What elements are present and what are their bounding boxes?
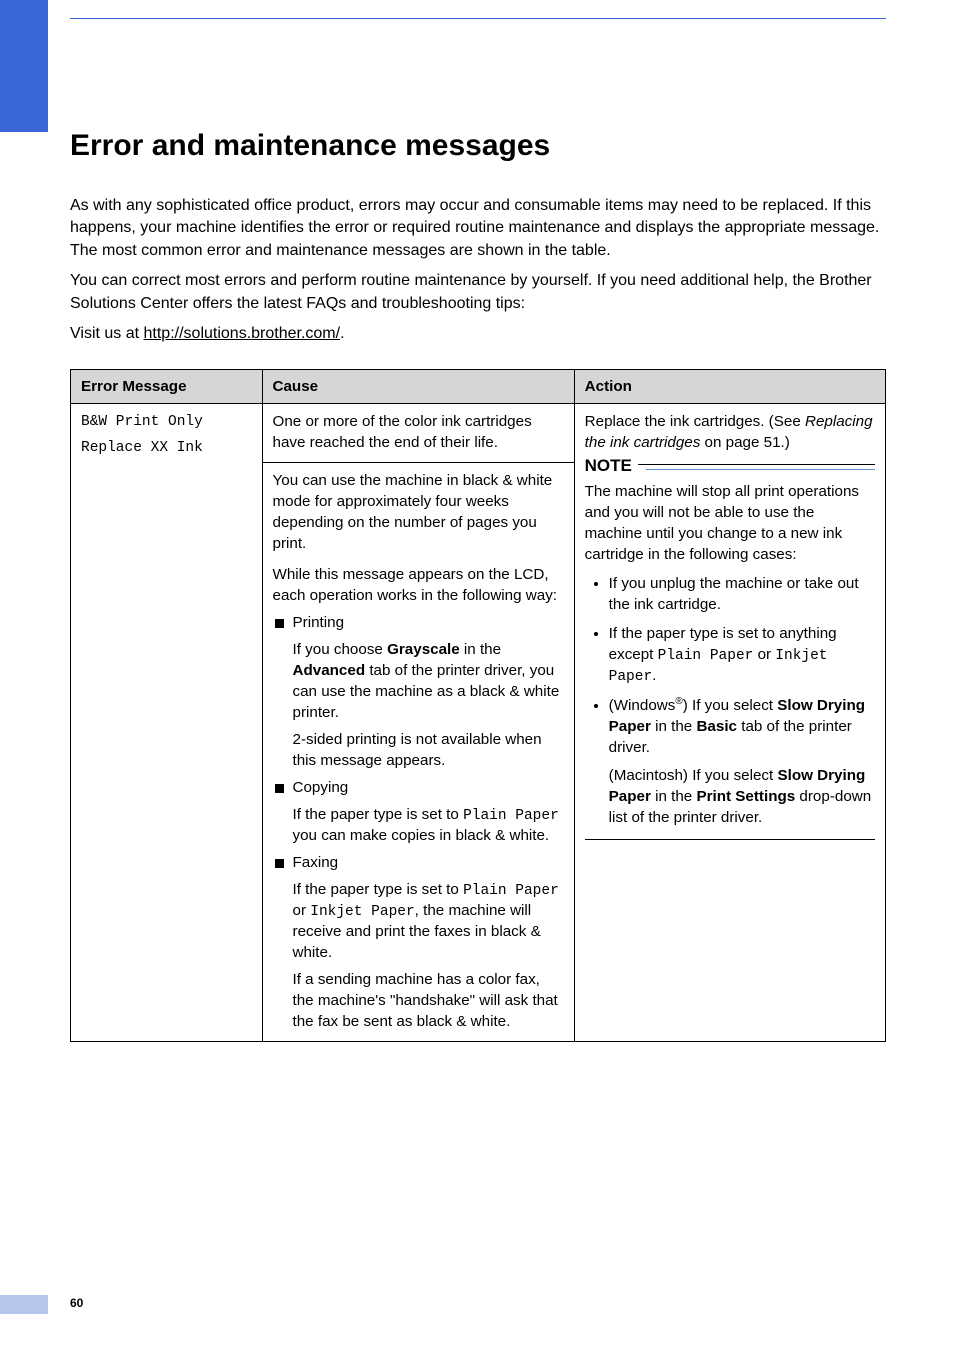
- mono: Plain Paper: [658, 648, 754, 664]
- intro-paragraph-3: Visit us at http://solutions.brother.com…: [70, 323, 886, 345]
- th-error-message: Error Message: [71, 370, 263, 404]
- b: Print Settings: [696, 788, 795, 805]
- t: or: [293, 902, 311, 919]
- note-block: NOTE The machine will stop all print ope…: [585, 464, 875, 840]
- visit-suffix: .: [340, 325, 344, 342]
- t: Replace the ink cartridges. (See: [585, 413, 805, 430]
- note-list: If you unplug the machine or take out th…: [585, 574, 875, 830]
- msg-line-1: B&W Print Only: [81, 414, 203, 430]
- b: Basic: [696, 718, 737, 735]
- page-number: 60: [70, 1296, 83, 1310]
- intro-paragraph-1: As with any sophisticated office product…: [70, 195, 886, 262]
- note-item-mac: (Macintosh) If you select Slow Drying Pa…: [609, 766, 875, 829]
- cell-error-message: B&W Print Only Replace XX Ink: [71, 404, 263, 1041]
- t: (Windows: [609, 697, 676, 714]
- t: on page 51.): [700, 434, 790, 451]
- printing-label: Printing: [293, 614, 345, 631]
- cell-action: Replace the ink cartridges. (See Replaci…: [574, 404, 885, 1041]
- solutions-link[interactable]: http://solutions.brother.com/: [144, 325, 341, 342]
- t: in the: [651, 718, 697, 735]
- t: or: [753, 646, 775, 663]
- mode-copying: Copying If the paper type is set to Plai…: [273, 778, 564, 847]
- action-replace-text: Replace the ink cartridges. (See Replaci…: [585, 412, 875, 454]
- error-table: Error Message Cause Action B&W Print Onl…: [70, 369, 886, 1041]
- cause-modes-list: Printing If you choose Grayscale in the …: [273, 613, 564, 1033]
- note-item-paper-type: If the paper type is set to anything exc…: [609, 624, 875, 687]
- content-area: Error and maintenance messages As with a…: [0, 0, 954, 1042]
- mono: Inkjet Paper: [310, 904, 414, 920]
- page-title: Error and maintenance messages: [70, 129, 886, 163]
- t: (Macintosh) If you select: [609, 767, 778, 784]
- t: ) If you select: [683, 697, 778, 714]
- t: you can make copies in black & white.: [293, 827, 550, 844]
- t: If you choose: [293, 641, 388, 658]
- cause-lcd-note: While this message appears on the LCD, e…: [273, 565, 564, 607]
- b: Grayscale: [387, 641, 460, 658]
- reg-mark-icon: ®: [675, 696, 682, 707]
- cell-cause-r1: One or more of the color ink cartridges …: [262, 404, 574, 463]
- b: Advanced: [293, 662, 366, 679]
- mode-printing: Printing If you choose Grayscale in the …: [273, 613, 564, 772]
- header-divider: [70, 18, 886, 19]
- cause-bw-mode: You can use the machine in black & white…: [273, 471, 564, 555]
- faxing-receive: If the paper type is set to Plain Paper …: [293, 880, 564, 964]
- mono: Plain Paper: [463, 808, 559, 824]
- faxing-label: Faxing: [293, 854, 339, 871]
- copying-text: If the paper type is set to Plain Paper …: [293, 805, 564, 847]
- cell-cause-r2: You can use the machine in black & white…: [262, 463, 574, 1041]
- copying-label: Copying: [293, 779, 349, 796]
- note-header: NOTE: [585, 454, 875, 477]
- mono: Plain Paper: [463, 883, 559, 899]
- t: in the: [651, 788, 697, 805]
- note-item-unplug: If you unplug the machine or take out th…: [609, 574, 875, 616]
- mode-faxing: Faxing If the paper type is set to Plain…: [273, 853, 564, 1033]
- note-intro: The machine will stop all print operatio…: [585, 482, 875, 566]
- printing-2sided: 2-sided printing is not available when t…: [293, 730, 564, 772]
- visit-prefix: Visit us at: [70, 325, 144, 342]
- printing-grayscale: If you choose Grayscale in the Advanced …: [293, 640, 564, 724]
- t: .: [652, 667, 656, 684]
- th-action: Action: [574, 370, 885, 404]
- note-rule-icon: [646, 469, 875, 470]
- msg-line-2: Replace XX Ink: [81, 438, 252, 458]
- page-number-accent: [0, 1295, 48, 1314]
- t: If the paper type is set to: [293, 806, 464, 823]
- note-item-slow-drying: (Windows®) If you select Slow Drying Pap…: [609, 695, 875, 830]
- table-header-row: Error Message Cause Action: [71, 370, 886, 404]
- t: in the: [460, 641, 501, 658]
- note-title: NOTE: [585, 454, 638, 477]
- sidebar-accent: [0, 0, 48, 132]
- t: If the paper type is set to: [293, 881, 464, 898]
- intro-paragraph-2: You can correct most errors and perform …: [70, 270, 886, 315]
- table-row: B&W Print Only Replace XX Ink One or mor…: [71, 404, 886, 463]
- faxing-handshake: If a sending machine has a color fax, th…: [293, 970, 564, 1033]
- th-cause: Cause: [262, 370, 574, 404]
